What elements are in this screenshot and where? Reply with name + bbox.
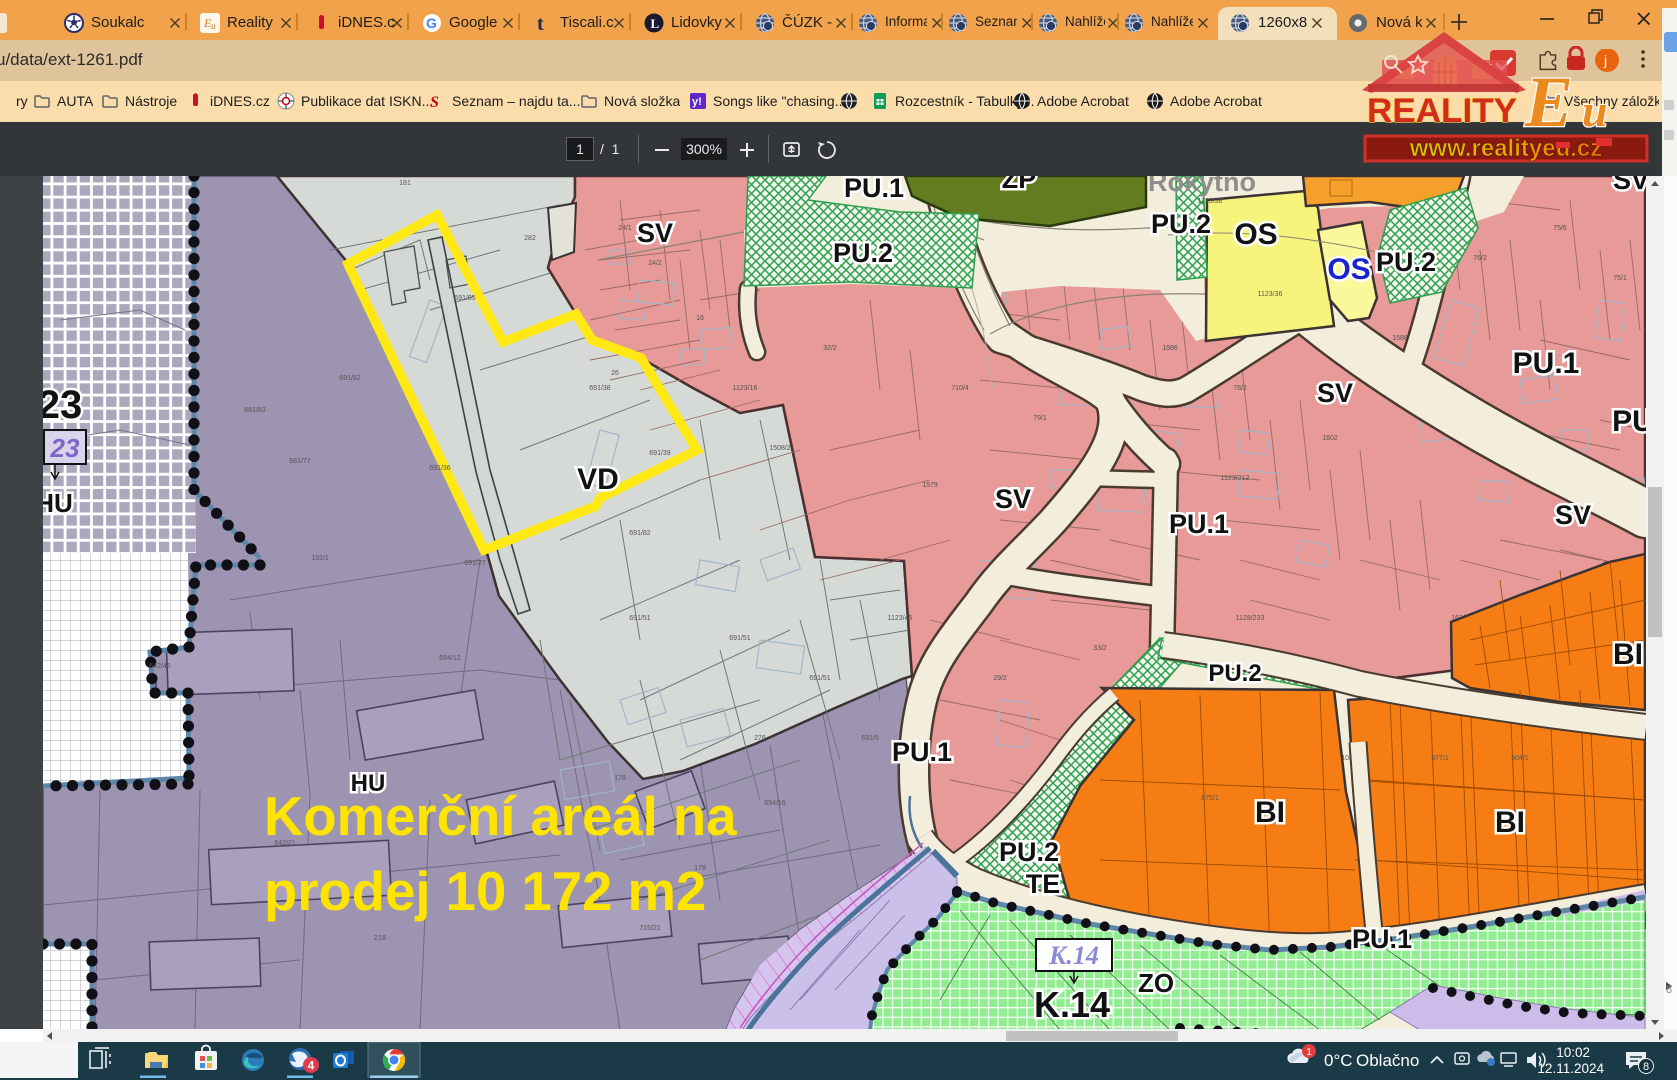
svg-text:t: t	[537, 13, 544, 33]
svg-text:VD: VD	[577, 463, 619, 496]
svg-text:PU: PU	[1612, 405, 1646, 438]
svg-text:904/1: 904/1	[1511, 755, 1529, 762]
svg-text:26: 26	[611, 370, 619, 377]
svg-text:1602: 1602	[1322, 435, 1338, 442]
svg-text:Komerční areál na: Komerční areál na	[264, 786, 737, 847]
svg-text:75/1: 75/1	[1613, 275, 1627, 282]
svg-text:1123/212: 1123/212	[1221, 475, 1250, 482]
svg-text:76/2: 76/2	[1473, 255, 1487, 262]
svg-text:691/39: 691/39	[649, 450, 671, 457]
svg-text:SV: SV	[1613, 176, 1646, 195]
svg-text:L: L	[651, 16, 660, 31]
svg-text:Oblačno: Oblačno	[1356, 1051, 1419, 1070]
svg-text:Rokytno: Rokytno	[1148, 176, 1256, 197]
svg-text:SV: SV	[637, 218, 673, 248]
svg-text:PU.2: PU.2	[999, 837, 1059, 867]
svg-text:715/21: 715/21	[639, 925, 661, 932]
svg-text:10:02: 10:02	[1556, 1045, 1590, 1060]
svg-text:y!: y!	[692, 96, 702, 108]
svg-text:694/12: 694/12	[439, 655, 461, 662]
svg-text:691/51: 691/51	[729, 635, 751, 642]
svg-text:1123/38: 1123/38	[1198, 198, 1223, 205]
svg-text:875/1: 875/1	[1201, 795, 1219, 802]
svg-text:1579: 1579	[922, 482, 938, 489]
svg-text:TE: TE	[1026, 869, 1061, 899]
svg-text:681/83: 681/83	[244, 407, 266, 414]
svg-text:24/1: 24/1	[618, 225, 632, 232]
svg-text:29/2: 29/2	[993, 675, 1007, 682]
svg-text:691/38: 691/38	[589, 385, 611, 392]
svg-text:691/5: 691/5	[861, 735, 879, 742]
svg-text:BI: BI	[1255, 796, 1285, 829]
svg-text:u: u	[211, 21, 216, 31]
svg-text:691/27: 691/27	[464, 560, 486, 567]
svg-text:PU.2: PU.2	[1208, 660, 1261, 687]
svg-text:192/1: 192/1	[311, 555, 329, 562]
svg-text:OS: OS	[1234, 218, 1277, 251]
svg-text:E: E	[1524, 62, 1573, 142]
svg-text:1: 1	[1306, 1046, 1312, 1058]
svg-text:SV: SV	[1555, 500, 1591, 530]
svg-text:SV: SV	[995, 484, 1031, 514]
svg-text:4: 4	[308, 1059, 315, 1073]
svg-text:23: 23	[50, 433, 80, 463]
svg-text:691/85: 691/85	[454, 295, 476, 302]
svg-text:694/16: 694/16	[764, 800, 786, 807]
svg-text:1123/45: 1123/45	[888, 615, 913, 622]
svg-text:79/1: 79/1	[1033, 415, 1047, 422]
svg-text:24/2: 24/2	[648, 260, 662, 267]
svg-text:ZO: ZO	[1138, 968, 1174, 998]
svg-text:K.14: K.14	[1034, 984, 1110, 1025]
svg-text:OS: OS	[1327, 253, 1370, 286]
svg-text:691/82: 691/82	[339, 375, 361, 382]
svg-text:BI: BI	[1495, 806, 1525, 839]
svg-text:12.11.2024: 12.11.2024	[1537, 1061, 1604, 1076]
svg-text:32/2: 32/2	[823, 345, 837, 352]
svg-text:PU.1: PU.1	[1352, 924, 1412, 954]
svg-text:PU.2: PU.2	[1151, 209, 1211, 239]
svg-text:1586: 1586	[1162, 345, 1178, 352]
svg-text:SV: SV	[1317, 378, 1353, 408]
svg-text:0°C: 0°C	[1324, 1051, 1353, 1070]
svg-text:181: 181	[399, 180, 411, 187]
svg-text:HU: HU	[43, 488, 73, 518]
svg-text:G: G	[426, 15, 437, 31]
svg-text:1123/16: 1123/16	[733, 385, 758, 392]
svg-text:PU.2: PU.2	[1376, 247, 1436, 277]
svg-text:PU.1: PU.1	[844, 176, 904, 203]
svg-text:1508/2: 1508/2	[769, 445, 791, 452]
svg-text:710/4: 710/4	[951, 385, 969, 392]
svg-text:642/46: 642/46	[149, 663, 171, 670]
svg-text:33/2: 33/2	[1093, 645, 1107, 652]
svg-text:23: 23	[43, 383, 82, 427]
svg-text:691/82: 691/82	[629, 530, 651, 537]
svg-text:REALITY: REALITY	[1367, 92, 1517, 130]
svg-text:276: 276	[754, 735, 766, 742]
svg-text:PU.1: PU.1	[1513, 347, 1580, 380]
svg-text:BI: BI	[1613, 638, 1643, 671]
svg-text:16: 16	[696, 315, 704, 322]
svg-text:ZP: ZP	[1002, 176, 1037, 194]
svg-text:PU.1: PU.1	[892, 737, 952, 767]
svg-text:681/77: 681/77	[289, 458, 311, 465]
svg-text:1123/36: 1123/36	[1258, 291, 1283, 298]
svg-text:S: S	[430, 94, 439, 110]
svg-text:691/51: 691/51	[809, 675, 831, 682]
svg-text:1128/233: 1128/233	[1236, 615, 1265, 622]
svg-text:178: 178	[614, 775, 626, 782]
svg-text:u: u	[1582, 85, 1608, 136]
svg-text:8: 8	[1643, 1061, 1649, 1073]
svg-text:691/51: 691/51	[629, 615, 651, 622]
svg-text:K.14: K.14	[1048, 941, 1099, 970]
svg-text:218: 218	[374, 935, 386, 942]
svg-text:78/2: 78/2	[1233, 385, 1247, 392]
svg-text:282: 282	[524, 235, 536, 242]
svg-text:877/1: 877/1	[1431, 755, 1449, 762]
svg-text:www.realityeu.cz: www.realityeu.cz	[1409, 135, 1603, 162]
svg-text:75/6: 75/6	[1553, 225, 1567, 232]
svg-text:691/36: 691/36	[429, 465, 451, 472]
svg-text:prodej 10 172 m2: prodej 10 172 m2	[264, 861, 706, 922]
svg-text:PU.2: PU.2	[833, 238, 893, 268]
svg-text:PU.1: PU.1	[1169, 509, 1229, 539]
